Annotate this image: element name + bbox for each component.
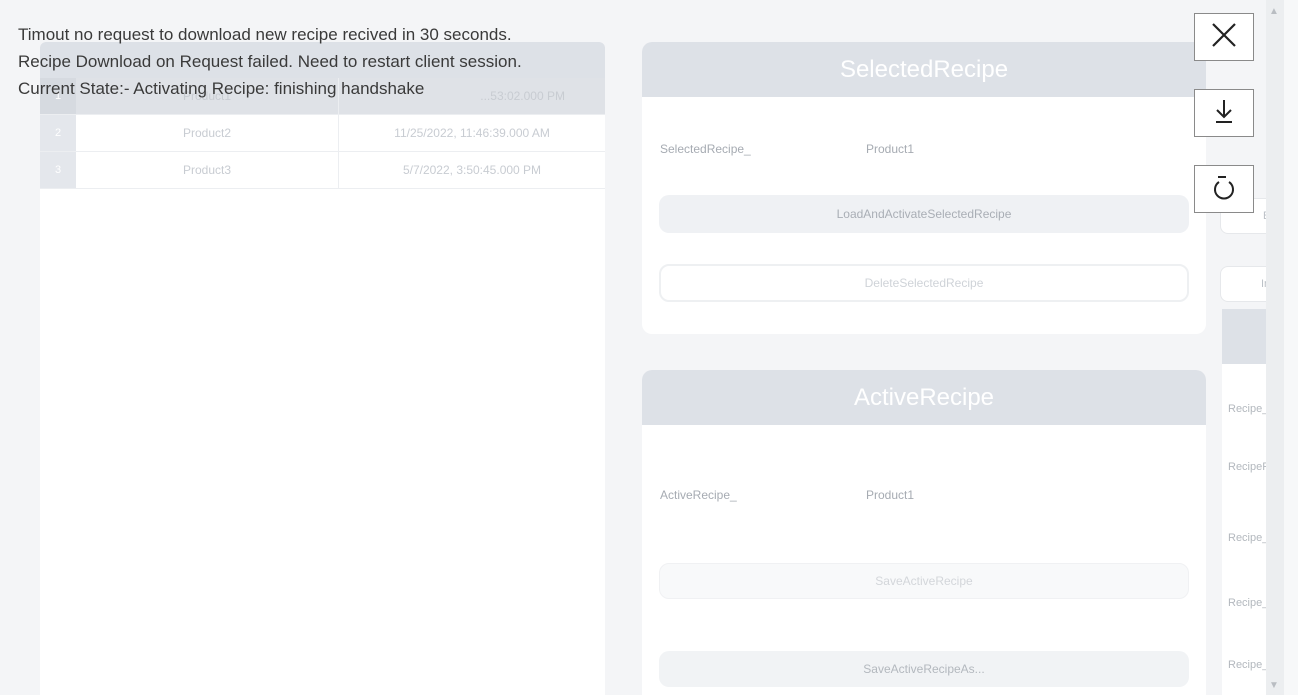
active-recipe-field: ActiveRecipe_ Product1	[660, 488, 914, 502]
scroll-down-icon[interactable]: ▼	[1269, 680, 1279, 691]
recipe-table: 1 Product1 ...53:02.000 PM 2 Product2 11…	[40, 42, 605, 695]
table-row[interactable]: 3 Product3 5/7/2022, 3:50:45.000 PM	[40, 152, 605, 189]
row-date: 11/25/2022, 11:46:39.000 AM	[394, 126, 550, 140]
selected-recipe-label: SelectedRecipe_	[660, 142, 751, 156]
scroll-track[interactable]	[1266, 0, 1284, 695]
close-icon	[1209, 20, 1239, 55]
active-recipe-value: Product1	[866, 488, 915, 502]
recipe-details-panel: Recipe_H RecipePL Recipe_D Recipe_C Reci…	[1222, 309, 1277, 695]
row-index: 2	[40, 115, 76, 151]
delete-selected-recipe-button[interactable]: DeleteSelectedRecipe	[659, 264, 1189, 302]
scroll-up-icon[interactable]: ▲	[1269, 6, 1279, 17]
error-message-line: Recipe Download on Request failed. Need …	[18, 52, 522, 71]
active-recipe-title: ActiveRecipe	[642, 370, 1206, 425]
error-message-line: Timout no request to download new recipe…	[18, 25, 512, 44]
active-recipe-label: ActiveRecipe_	[660, 488, 737, 502]
refresh-button[interactable]	[1194, 165, 1254, 213]
vertical-scrollbar[interactable]: ▲ ▼	[1266, 0, 1298, 695]
load-activate-selected-recipe-button[interactable]: LoadAndActivateSelectedRecipe	[659, 195, 1189, 233]
row-date: 5/7/2022, 3:50:45.000 PM	[402, 163, 542, 177]
save-active-recipe-as-button[interactable]: SaveActiveRecipeAs...	[659, 651, 1189, 687]
table-row[interactable]: 2 Product2 11/25/2022, 11:46:39.000 AM	[40, 115, 605, 152]
selected-recipe-title: SelectedRecipe	[642, 42, 1206, 97]
recipe-details-header	[1222, 309, 1270, 364]
active-recipe-card: ActiveRecipe ActiveRecipe_ Product1 Save…	[642, 370, 1206, 695]
error-message-line: Current State:- Activating Recipe: finis…	[18, 79, 425, 98]
close-button[interactable]	[1194, 13, 1254, 61]
selected-recipe-field: SelectedRecipe_ Product1	[660, 142, 914, 156]
error-message: Timout no request to download new recipe…	[18, 21, 522, 102]
download-button[interactable]	[1194, 89, 1254, 137]
row-name: Product3	[76, 152, 339, 188]
save-active-recipe-button[interactable]: SaveActiveRecipe	[659, 563, 1189, 599]
row-index: 3	[40, 152, 76, 188]
row-name: Product2	[76, 115, 339, 151]
selected-recipe-card: SelectedRecipe SelectedRecipe_ Product1 …	[642, 42, 1206, 334]
download-icon	[1212, 97, 1236, 130]
selected-recipe-value: Product1	[866, 142, 915, 156]
refresh-icon	[1210, 173, 1238, 206]
recipe-app: 1 Product1 ...53:02.000 PM 2 Product2 11…	[0, 0, 1298, 695]
